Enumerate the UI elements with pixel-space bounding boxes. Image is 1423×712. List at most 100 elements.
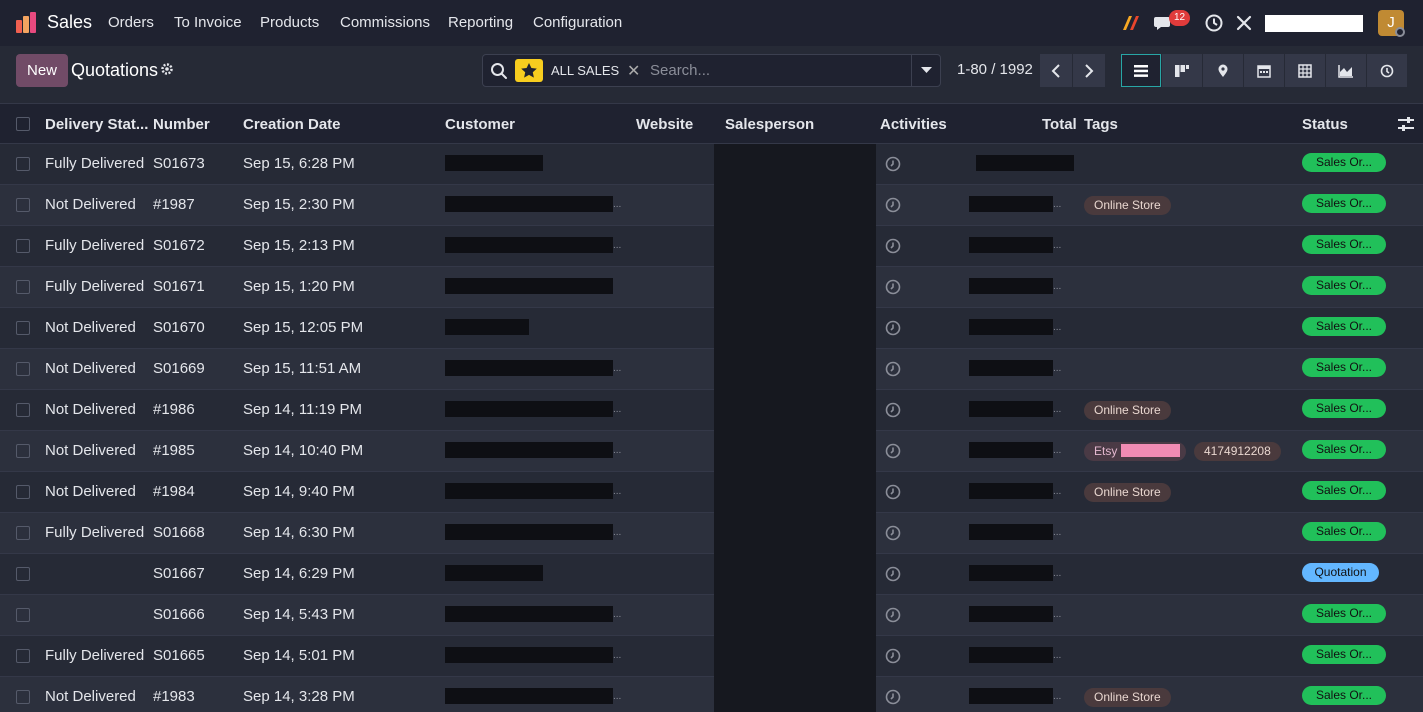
pager-value[interactable]: 1-80 / 1992 [957,61,1033,78]
search-options-toggle[interactable] [911,55,940,86]
activity-clock-icon[interactable] [885,689,901,705]
menu-to-invoice[interactable]: To Invoice [174,14,242,31]
activity-clock-icon[interactable] [885,566,901,582]
menu-products[interactable]: Products [260,14,319,31]
message-count-badge: 12 [1169,10,1190,26]
pager-previous-button[interactable] [1040,54,1072,87]
new-button[interactable]: New [16,54,68,87]
table-row[interactable]: Not Delivered #1984 Sep 14, 9:40 PM...... O… [0,472,1423,513]
app-name[interactable]: Sales [47,12,92,33]
remove-facet-icon[interactable]: ✕ [627,61,640,81]
map-view-button[interactable] [1203,54,1243,87]
order-number: #1985 [153,442,195,459]
menu-reporting[interactable]: Reporting [448,14,513,31]
gear-icon[interactable] [160,62,174,76]
row-checkbox[interactable] [16,362,30,376]
calendar-view-button[interactable] [1244,54,1284,87]
table-row[interactable]: Not Delivered #1983 Sep 14, 3:28 PM...... O… [0,677,1423,712]
activity-clock-icon[interactable] [885,238,901,254]
table-row[interactable]: Fully Delivered S01671 Sep 15, 1:20 PM... S… [0,267,1423,308]
table-row[interactable]: Fully Delivered S01673 Sep 15, 6:28 PM Sale… [0,144,1423,185]
order-tag[interactable]: Online Store [1084,483,1171,502]
column-tags[interactable]: Tags [1084,116,1118,133]
total-overflow-ellipsis: ... [1053,199,1062,210]
activity-view-button[interactable] [1367,54,1407,87]
table-row[interactable]: Not Delivered S01670 Sep 15, 12:05 PM... Sa… [0,308,1423,349]
table-row[interactable]: Fully Delivered S01672 Sep 15, 2:13 PM....… [0,226,1423,267]
ai-logo-icon[interactable] [1121,13,1141,33]
table-row[interactable]: Fully Delivered S01665 Sep 14, 5:01 PM....… [0,636,1423,677]
graph-view-button[interactable] [1326,54,1366,87]
table-row[interactable]: Not Delivered #1986 Sep 14, 11:19 PM......… [0,390,1423,431]
table-row[interactable]: Not Delivered S01669 Sep 15, 11:51 AM.....… [0,349,1423,390]
row-checkbox[interactable] [16,198,30,212]
customer-redacted [445,606,613,622]
row-checkbox[interactable] [16,321,30,335]
page-title[interactable]: Quotations [71,60,158,81]
activity-clock-icon[interactable] [885,525,901,541]
order-number: S01670 [153,319,205,336]
select-all-checkbox[interactable] [16,117,30,131]
tools-icon[interactable] [1234,13,1254,33]
table-row[interactable]: Not Delivered #1985 Sep 14, 10:40 PM......… [0,431,1423,472]
table-row[interactable]: Not Delivered #1987 Sep 15, 2:30 PM...... O… [0,185,1423,226]
column-customer[interactable]: Customer [445,116,515,133]
creation-date: Sep 14, 3:28 PM [243,688,355,705]
column-salesperson[interactable]: Salesperson [725,116,814,133]
column-total[interactable]: Total [1042,116,1077,133]
menu-orders[interactable]: Orders [108,14,154,31]
activity-clock-icon[interactable] [885,443,901,459]
table-row[interactable]: S01666 Sep 14, 5:43 PM...... Sales Or... [0,595,1423,636]
company-name-redacted[interactable] [1265,15,1363,32]
row-checkbox[interactable] [16,239,30,253]
column-website[interactable]: Website [636,116,693,133]
menu-configuration[interactable]: Configuration [533,14,622,31]
row-checkbox[interactable] [16,485,30,499]
activity-clock-icon[interactable] [885,156,901,172]
row-checkbox[interactable] [16,157,30,171]
search-icon[interactable] [490,62,508,80]
order-tag[interactable]: 4174912208 [1194,442,1281,461]
optional-columns-icon[interactable] [1397,116,1415,132]
row-checkbox[interactable] [16,690,30,704]
activity-clock-icon[interactable] [885,197,901,213]
row-checkbox[interactable] [16,526,30,540]
row-checkbox[interactable] [16,608,30,622]
search-input[interactable] [650,59,900,82]
delivery-status: Not Delivered [45,196,136,213]
calendar-icon [1257,64,1271,78]
activity-clock-icon[interactable] [885,484,901,500]
order-tag[interactable]: Online Store [1084,196,1171,215]
column-number[interactable]: Number [153,116,210,133]
activity-clock-icon[interactable] [885,648,901,664]
pager-next-button[interactable] [1073,54,1105,87]
column-status[interactable]: Status [1302,116,1348,133]
delivery-status: Fully Delivered [45,647,145,664]
order-number: S01665 [153,647,205,664]
pivot-view-button[interactable] [1285,54,1325,87]
order-tag[interactable]: Online Store [1084,401,1171,420]
customer-redacted [445,565,543,581]
column-creation-date[interactable]: Creation Date [243,116,341,133]
menu-commissions[interactable]: Commissions [340,14,430,31]
column-activities[interactable]: Activities [880,116,947,133]
activity-clock-icon[interactable] [885,607,901,623]
activity-clock-icon[interactable] [885,320,901,336]
column-delivery-status[interactable]: Delivery Stat... [45,116,148,133]
table-row[interactable]: S01667 Sep 14, 6:29 PM... Quotation [0,554,1423,595]
row-checkbox[interactable] [16,403,30,417]
salesperson-column-redacted [714,144,876,712]
activity-clock-icon[interactable] [885,361,901,377]
kanban-view-button[interactable] [1162,54,1202,87]
row-checkbox[interactable] [16,567,30,581]
row-checkbox[interactable] [16,444,30,458]
row-checkbox[interactable] [16,649,30,663]
table-row[interactable]: Fully Delivered S01668 Sep 14, 6:30 PM....… [0,513,1423,554]
list-view-button[interactable] [1121,54,1161,87]
activity-clock-icon[interactable] [885,279,901,295]
activity-clock-icon[interactable] [885,402,901,418]
order-tag[interactable]: Online Store [1084,688,1171,707]
activity-clock-icon[interactable] [1204,13,1224,33]
row-checkbox[interactable] [16,280,30,294]
sales-app-icon[interactable] [15,12,37,34]
